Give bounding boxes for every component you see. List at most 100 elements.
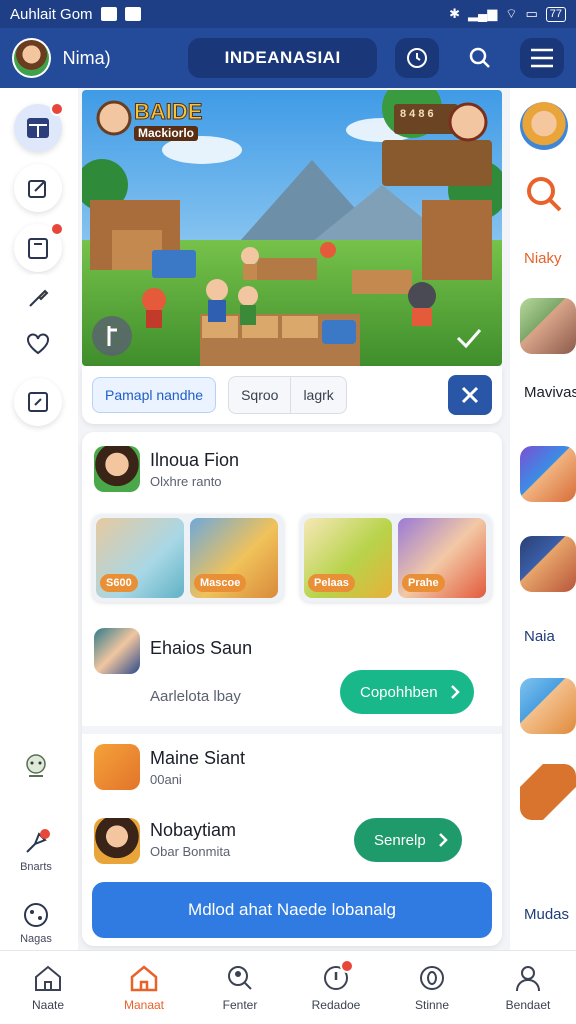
flashlight-icon xyxy=(29,289,49,307)
battery-level: 77 xyxy=(545,6,566,22)
app-name-2[interactable]: Ehaios Saun xyxy=(150,638,252,659)
right-thumb-1[interactable] xyxy=(520,298,576,354)
app-header: Nima) INDEANASIAI xyxy=(0,28,576,88)
promo-tile: Pelaas xyxy=(304,518,392,598)
dashboard-icon xyxy=(27,118,49,138)
action-button-2-label: Senrelp xyxy=(374,831,426,849)
close-icon xyxy=(461,386,479,404)
feed-card: Ilnoua Fion Olxhre ranto S600 Mascoe Pel… xyxy=(82,432,502,946)
notification-badge xyxy=(50,222,64,236)
nav-home[interactable]: Naate xyxy=(0,951,96,1024)
action-button-1[interactable]: Copohhben xyxy=(340,670,474,714)
rail-notes[interactable] xyxy=(14,378,62,426)
nav-profile[interactable]: Bendaet xyxy=(480,951,576,1024)
notification-badge xyxy=(50,102,64,116)
action-button-2[interactable]: Senrelp xyxy=(354,818,462,862)
banner-badge-subtitle: Mackiorlo xyxy=(134,126,199,142)
app-sub-1: Olxhre ranto xyxy=(150,474,222,489)
profile-icon xyxy=(516,965,540,991)
chip-active[interactable]: Pamapl nandhe xyxy=(92,377,217,413)
app-icon-3[interactable] xyxy=(94,744,140,790)
bluetooth-icon: ✱ xyxy=(449,6,460,21)
right-label-2: Mavivas xyxy=(524,384,576,401)
right-avatar[interactable] xyxy=(520,102,568,150)
status-bar: Auhlait Gom ✱ ▂▄▆ ⌔ ▭ 77 xyxy=(0,0,576,28)
user-name: Nima) xyxy=(62,47,111,68)
promo-tag-4: Prahe xyxy=(402,574,445,592)
rail-tools[interactable] xyxy=(14,274,62,322)
nav-manage[interactable]: Manaat xyxy=(96,951,192,1024)
rail-mascot[interactable] xyxy=(0,750,72,785)
rail-low-label-2: Bnarts xyxy=(20,861,52,873)
game-banner[interactable]: BAIDE Mackiorlo 8 4 8 6 xyxy=(82,90,502,366)
rail-low-label-3: Nagas xyxy=(20,933,52,945)
nav-alerts[interactable]: Redadoe xyxy=(288,951,384,1024)
right-label-1: Niaky xyxy=(524,250,562,267)
app-name-1[interactable]: Ilnoua Fion xyxy=(150,450,239,471)
clock-icon xyxy=(407,48,428,68)
nav-manage-label: Manaat xyxy=(123,997,165,1012)
promo-tag-3: Pelaas xyxy=(308,574,355,592)
right-label-3: Naia xyxy=(524,628,555,645)
nav-home-label: Naate xyxy=(31,997,65,1012)
chip-group: Sqroo lagrk xyxy=(228,376,347,414)
nav-store[interactable]: Stinne xyxy=(384,951,480,1024)
right-thumb-3[interactable] xyxy=(520,536,576,592)
app-sub-3: 00ani xyxy=(150,772,182,787)
nav-store-label: Stinne xyxy=(414,997,450,1012)
note-icon xyxy=(28,392,48,412)
app-sub-2: Aarlelota lbay xyxy=(150,688,241,705)
rail-inbox[interactable] xyxy=(14,222,64,272)
close-button[interactable] xyxy=(448,375,492,415)
nav-finder-label: Fenter xyxy=(222,997,258,1012)
chip-option-1[interactable]: Sqroo xyxy=(229,377,290,413)
promo-tile: S600 xyxy=(96,518,184,598)
globe-icon xyxy=(24,903,48,927)
right-strip: Niaky Mavivas Naia Mudas xyxy=(510,88,576,950)
timer-button[interactable] xyxy=(395,38,440,78)
banner-play-button[interactable] xyxy=(92,316,132,356)
edit-icon xyxy=(28,180,46,198)
primary-cta-button[interactable]: Mdlod ahat Naede lobanalg xyxy=(92,882,492,938)
filter-bar: Pamapl nandhe Sqroo lagrk xyxy=(82,366,502,424)
user-avatar[interactable] xyxy=(12,38,51,78)
camera-icon xyxy=(124,7,141,21)
rail-dashboard[interactable] xyxy=(14,102,64,152)
hamburger-icon xyxy=(530,48,553,68)
rail-favorites[interactable] xyxy=(14,320,62,368)
right-label-4: Mudas xyxy=(524,906,570,923)
mascot-icon xyxy=(26,754,46,777)
right-thumb-5[interactable] xyxy=(520,764,576,820)
image-icon xyxy=(100,7,117,21)
header-title[interactable]: INDEANASIAI xyxy=(188,38,378,78)
pin-icon xyxy=(26,829,50,853)
rail-charts[interactable]: Bnarts xyxy=(0,828,72,873)
heart-icon xyxy=(27,333,49,355)
promo-card-2[interactable]: Pelaas Prahe xyxy=(300,514,492,602)
nav-finder[interactable]: Fenter xyxy=(192,951,288,1024)
app-name-4[interactable]: Nobaytiam xyxy=(150,820,236,841)
app-icon-1[interactable] xyxy=(94,446,140,492)
search-icon xyxy=(469,47,490,68)
banner-check-button[interactable] xyxy=(452,322,488,358)
rail-news[interactable]: Nagas xyxy=(0,900,72,945)
right-thumb-4[interactable] xyxy=(520,678,576,734)
nav-profile-label: Bendaet xyxy=(505,997,551,1012)
rail-edit[interactable] xyxy=(14,164,62,212)
app-sub-4: Obar Bonmita xyxy=(150,844,231,859)
app-icon-4[interactable] xyxy=(94,818,140,864)
chip-option-2[interactable]: lagrk xyxy=(291,377,345,413)
app-name-3[interactable]: Maine Siant xyxy=(150,748,245,769)
home-icon xyxy=(35,965,61,991)
promo-tile: Prahe xyxy=(398,518,486,598)
banner-badge: BAIDE Mackiorlo xyxy=(133,99,203,142)
chevron-right-icon xyxy=(450,685,460,699)
action-button-1-label: Copohhben xyxy=(360,683,438,701)
right-search-icon[interactable] xyxy=(524,174,564,214)
right-thumb-2[interactable] xyxy=(520,446,576,502)
promo-card-1[interactable]: S600 Mascoe xyxy=(92,514,284,602)
app-icon-2[interactable] xyxy=(94,628,140,674)
search-button[interactable] xyxy=(457,38,501,78)
left-rail: Bnarts Nagas xyxy=(0,88,78,950)
menu-button[interactable] xyxy=(519,38,564,78)
